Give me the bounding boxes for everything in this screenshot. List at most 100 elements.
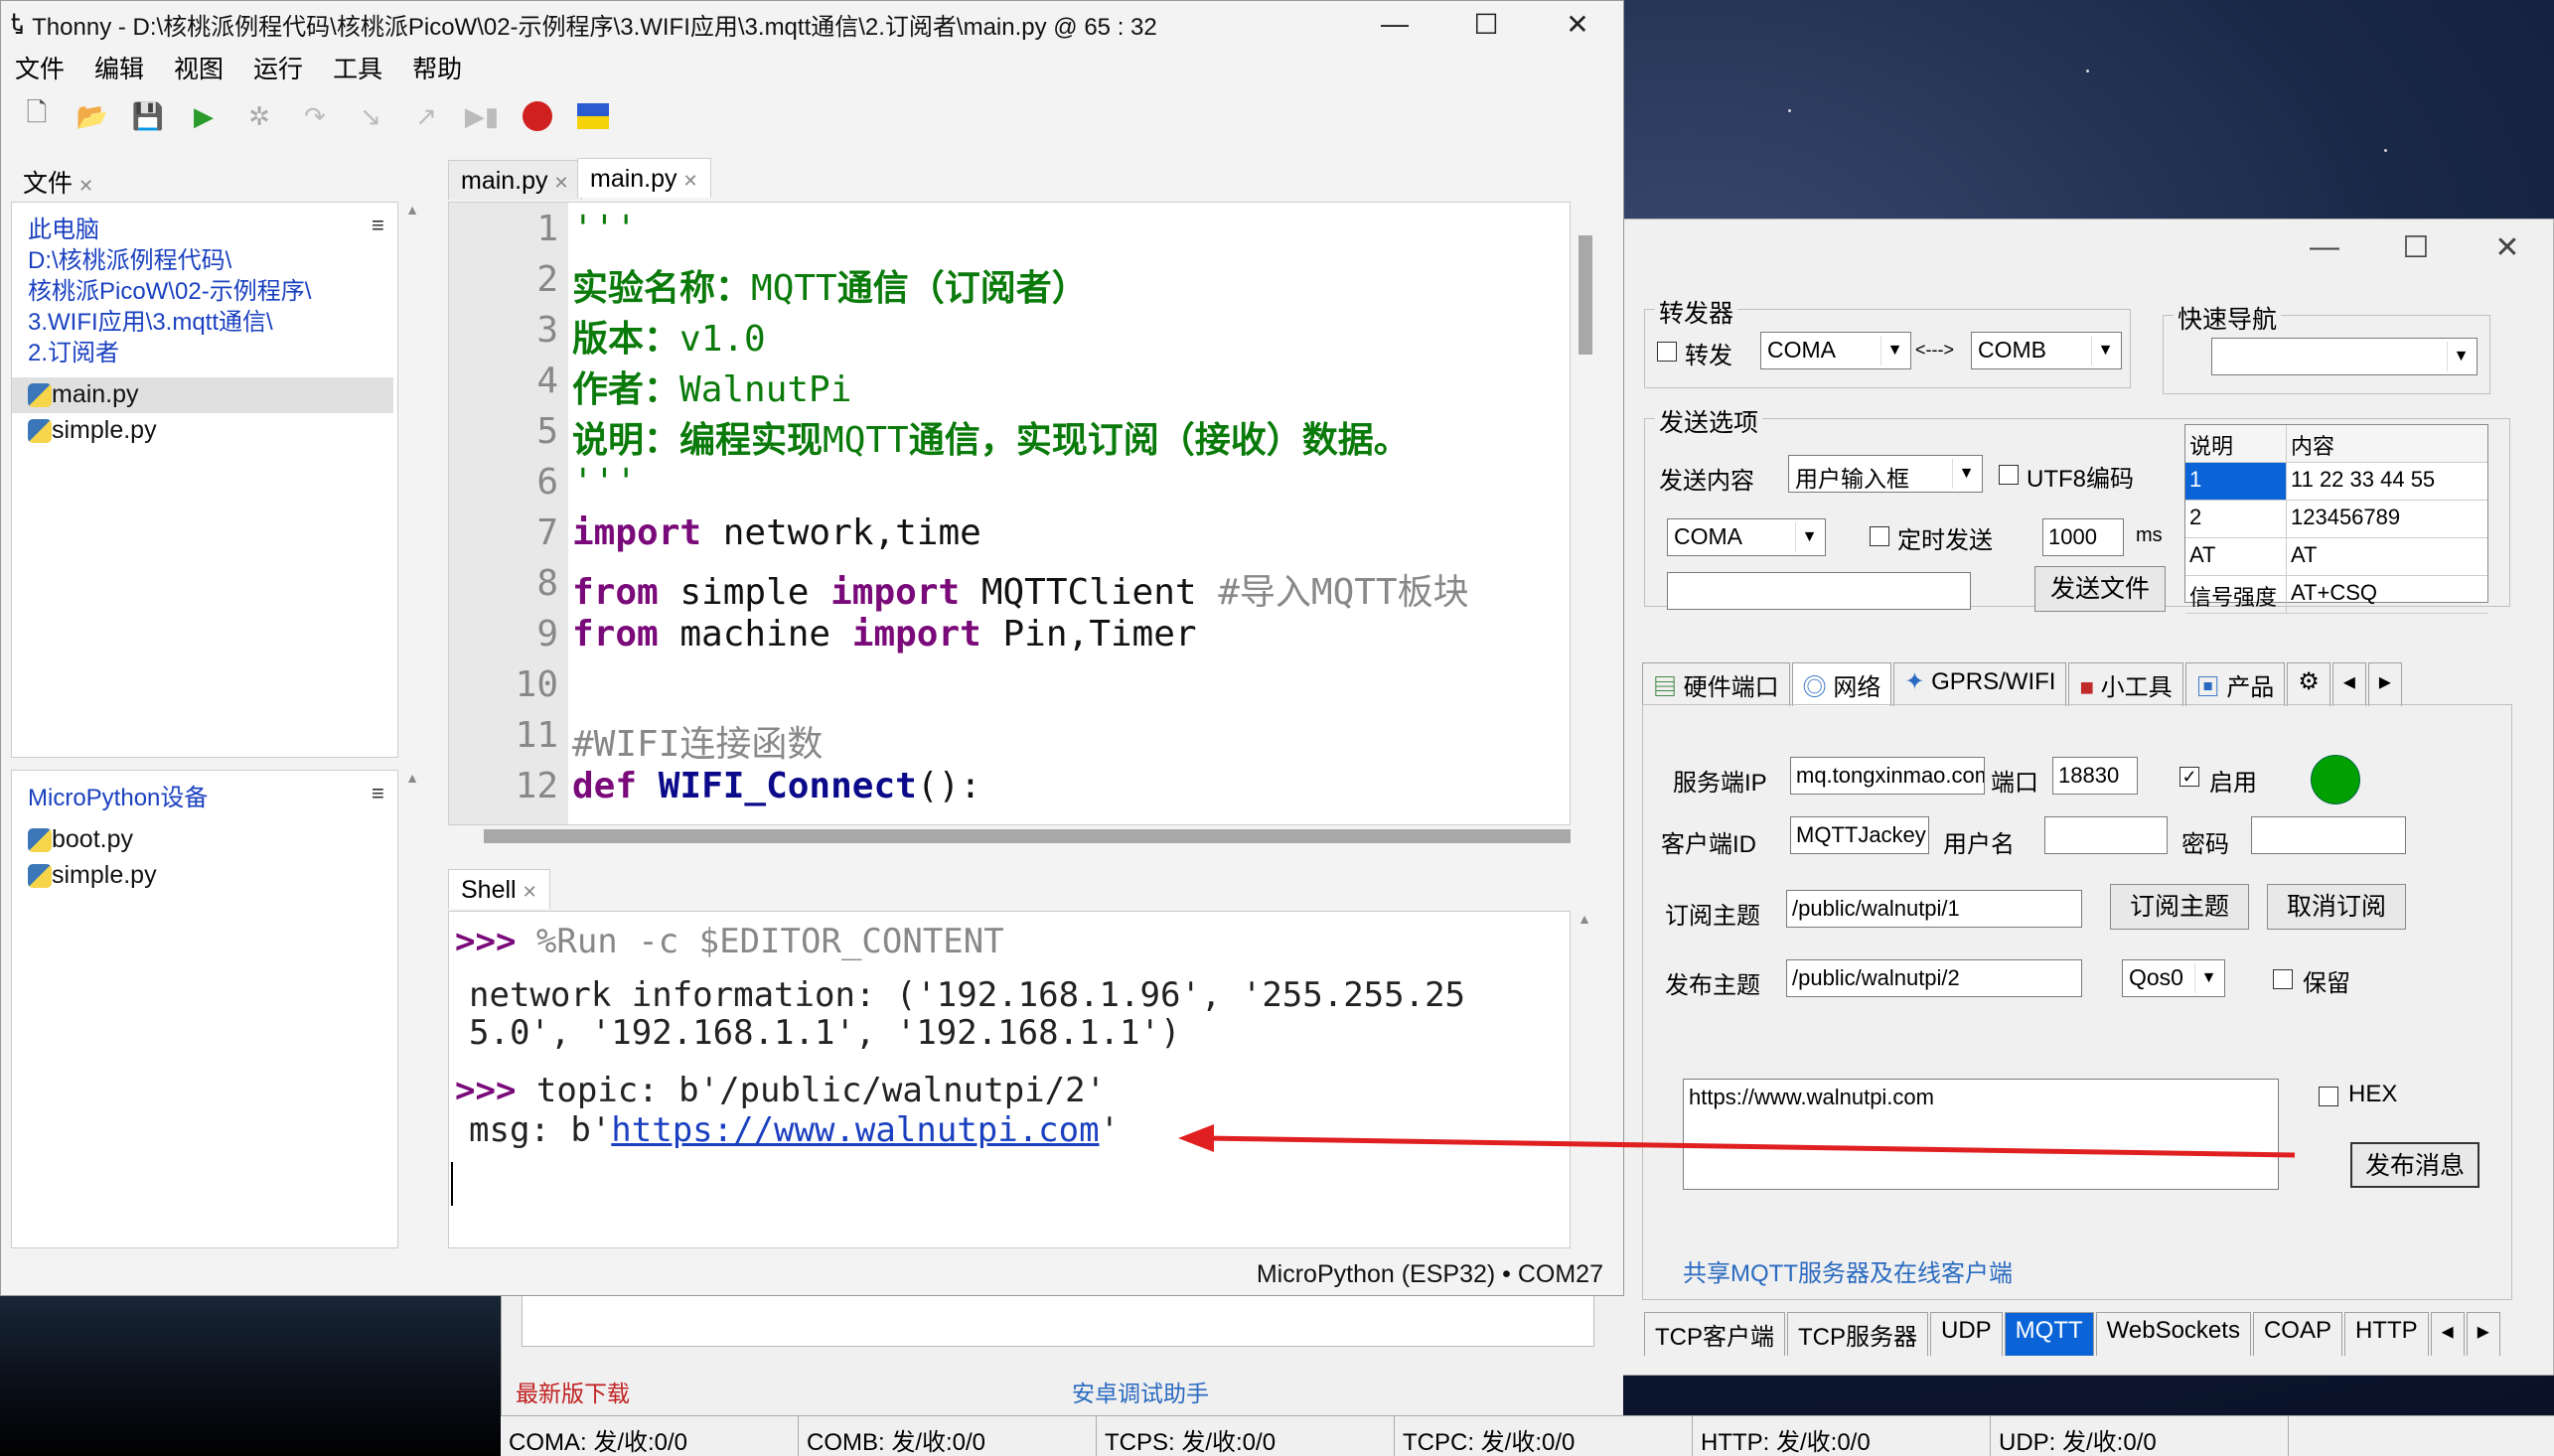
file-item-boot[interactable]: boot.py	[12, 822, 393, 858]
port-a-select[interactable]: COMA ▼	[1760, 332, 1911, 369]
ukraine-flag-icon[interactable]	[577, 100, 609, 132]
editor-vscrollbar[interactable]	[1575, 202, 1594, 825]
close-icon[interactable]: ✕	[554, 173, 569, 193]
menu-icon[interactable]: ≡	[372, 781, 384, 806]
username-input[interactable]	[2044, 816, 2168, 854]
editor-tab-2[interactable]: main.py ✕	[577, 158, 711, 198]
forward-checkbox[interactable]	[1657, 342, 1677, 362]
menu-tools[interactable]: 工具	[333, 50, 382, 85]
tab-tcp-server[interactable]: TCP服务器	[1787, 1312, 1928, 1356]
maximize-icon[interactable]: ☐	[1440, 8, 1532, 41]
menu-run[interactable]: 运行	[253, 50, 303, 85]
editor-hscrollbar[interactable]	[448, 825, 1571, 847]
tab-products[interactable]: ▣ 产品	[2184, 662, 2286, 706]
resume-icon[interactable]: ▶▮	[465, 100, 499, 132]
qos-select[interactable]: Qos0 ▼	[2122, 959, 2225, 997]
shared-server-link[interactable]: 共享MQTT服务器及在线客户端	[1683, 1253, 2013, 1288]
close-icon[interactable]: ✕	[2462, 230, 2553, 265]
tab-network[interactable]: ◎ 网络	[1791, 662, 1892, 706]
stop-icon[interactable]	[522, 100, 553, 132]
tab-scroll-left-button[interactable]: ◂	[2331, 662, 2366, 706]
android-helper-link[interactable]: 安卓调试助手	[1072, 1375, 1209, 1408]
server-ip-input[interactable]: mq.tongxinmao.com	[1790, 757, 1985, 795]
password-input[interactable]	[2251, 816, 2406, 854]
scrollbar-thumb[interactable]	[484, 829, 1571, 843]
hex-checkbox[interactable]	[2319, 1087, 2338, 1106]
save-icon[interactable]: 💾	[132, 100, 164, 132]
step-into-icon[interactable]: ↘	[355, 100, 386, 132]
tab-websockets[interactable]: WebSockets	[2095, 1312, 2251, 1356]
maximize-icon[interactable]: ☐	[2370, 230, 2462, 265]
debug-icon[interactable]: ✲	[243, 100, 275, 132]
menu-icon[interactable]: ≡	[372, 213, 384, 238]
files-scrollbar[interactable]: ▲	[402, 202, 422, 758]
file-item-main[interactable]: main.py	[12, 377, 393, 413]
tab-hardware-port[interactable]: ▤ 硬件端口	[1642, 662, 1790, 706]
files-tab[interactable]: 文件 ✕	[11, 158, 105, 198]
tab-tcp-client[interactable]: TCP客户端	[1644, 1312, 1785, 1356]
menu-help[interactable]: 帮助	[412, 50, 462, 85]
tab-gprs-wifi[interactable]: ✦ GPRS/WIFI	[1893, 662, 2067, 706]
tab-udp[interactable]: UDP	[1930, 1312, 2003, 1356]
pub-topic-input[interactable]: /public/walnutpi/2	[1786, 959, 2082, 997]
send-port-select[interactable]: COMA ▼	[1667, 518, 1826, 556]
tab-scroll-right-button[interactable]: ▸	[2367, 662, 2402, 706]
shell-link[interactable]: https://www.walnutpi.com	[611, 1110, 1099, 1150]
timer-send-checkbox[interactable]	[1870, 526, 1889, 546]
step-over-icon[interactable]: ↷	[299, 100, 331, 132]
new-file-icon[interactable]: 🗋	[21, 97, 53, 132]
close-icon[interactable]: ✕	[523, 882, 537, 902]
publish-button[interactable]: 发布消息	[2350, 1142, 2479, 1188]
code-editor[interactable]: 1 2 3 4 5 6 7 8 9 10 11 12 ''' 实验名称：MQTT…	[448, 202, 1571, 825]
menu-edit[interactable]: 编辑	[94, 50, 144, 85]
shell-console[interactable]: >>> %Run -c $EDITOR_CONTENT network info…	[448, 911, 1571, 1248]
grid-row[interactable]: 信号强度 AT+CSQ	[2185, 576, 2487, 614]
file-item-simple[interactable]: simple.py	[12, 413, 393, 449]
close-icon[interactable]: ✕	[1532, 8, 1623, 41]
path-segment[interactable]: D:\核桃派例程代码\	[28, 245, 311, 276]
path-segment[interactable]: 2.订阅者	[28, 338, 311, 368]
tab-mqtt[interactable]: MQTT	[2004, 1312, 2094, 1356]
tab-more[interactable]: ⚙	[2287, 662, 2330, 706]
editor-tab-1[interactable]: main.py ✕	[448, 160, 582, 200]
tab-scroll-right-button[interactable]: ▸	[2466, 1312, 2500, 1356]
message-textarea[interactable]: https://www.walnutpi.com	[1683, 1079, 2279, 1190]
client-id-input[interactable]: MQTTJackey	[1790, 816, 1929, 854]
utf8-checkbox[interactable]	[1999, 465, 2019, 485]
menu-file[interactable]: 文件	[15, 50, 65, 85]
tab-coap[interactable]: COAP	[2252, 1312, 2342, 1356]
shell-tab[interactable]: Shell ✕	[448, 869, 550, 909]
this-computer-link[interactable]: 此电脑	[28, 215, 311, 245]
path-segment[interactable]: 核桃派PicoW\02-示例程序\	[28, 276, 311, 307]
grid-row[interactable]: 2 123456789	[2185, 501, 2487, 538]
path-segment[interactable]: 3.WIFI应用\3.mqtt通信\	[28, 307, 311, 338]
port-b-select[interactable]: COMB ▼	[1971, 332, 2122, 369]
close-icon[interactable]: ✕	[78, 176, 93, 196]
interval-input[interactable]: 1000	[2042, 518, 2124, 556]
menu-view[interactable]: 视图	[174, 50, 224, 85]
minimize-icon[interactable]: —	[2279, 230, 2370, 264]
shell-scrollbar[interactable]: ▲	[1575, 911, 1594, 1248]
subscribe-button[interactable]: 订阅主题	[2110, 884, 2249, 930]
open-file-icon[interactable]: 📂	[76, 100, 108, 132]
send-content-select[interactable]: 用户输入框 ▼	[1788, 455, 1983, 493]
quick-nav-select[interactable]: ▼	[2211, 338, 2478, 375]
send-file-button[interactable]: 发送文件	[2034, 566, 2166, 612]
tab-scroll-left-button[interactable]: ◂	[2430, 1312, 2465, 1356]
file-item-simple[interactable]: simple.py	[12, 858, 393, 894]
device-files-scrollbar[interactable]: ▲	[402, 770, 422, 1248]
tab-tools[interactable]: ■ 小工具	[2068, 662, 2183, 706]
close-icon[interactable]: ✕	[683, 171, 698, 191]
minimize-icon[interactable]: —	[1349, 8, 1440, 40]
unsubscribe-button[interactable]: 取消订阅	[2267, 884, 2406, 930]
latest-version-link[interactable]: 最新版下载	[516, 1375, 630, 1408]
grid-row[interactable]: 1 11 22 33 44 55	[2185, 463, 2487, 501]
tab-http[interactable]: HTTP	[2343, 1312, 2429, 1356]
send-file-path-input[interactable]	[1667, 572, 1971, 610]
sub-topic-input[interactable]: /public/walnutpi/1	[1786, 890, 2082, 928]
step-out-icon[interactable]: ↗	[410, 100, 442, 132]
run-icon[interactable]: ▶	[188, 100, 220, 132]
grid-row[interactable]: AT AT	[2185, 538, 2487, 576]
retain-checkbox[interactable]	[2273, 969, 2293, 989]
enable-checkbox[interactable]: ✓	[2179, 767, 2199, 787]
